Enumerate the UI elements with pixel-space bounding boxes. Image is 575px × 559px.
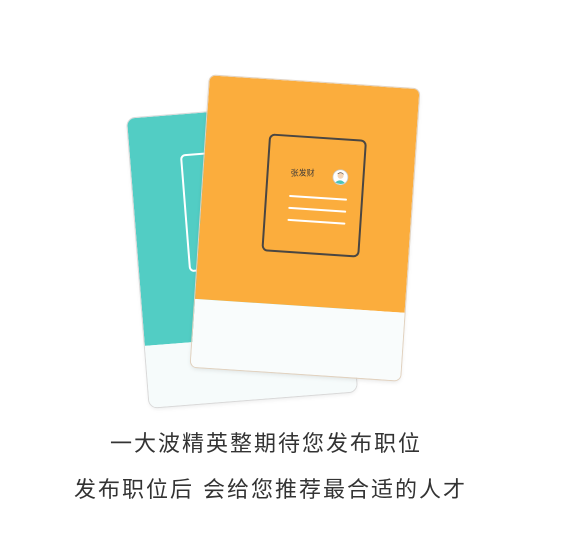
caption-line-2: 发布职位后 会给您推荐最合适的人才 <box>74 478 467 503</box>
resume-illustration: 张发财 <box>0 0 575 420</box>
avatar-icon <box>332 169 349 186</box>
resume-line-1 <box>289 194 348 201</box>
front-card: 张发财 <box>190 75 420 381</box>
resume-document: 张发财 <box>261 133 367 258</box>
resume-line-3 <box>287 218 346 225</box>
caption-line-1: 一大波精英整期待您发布职位 <box>110 432 423 457</box>
front-card-bottom <box>190 298 405 381</box>
resume-name: 张发财 <box>290 168 315 178</box>
resume-line-2 <box>288 206 347 213</box>
